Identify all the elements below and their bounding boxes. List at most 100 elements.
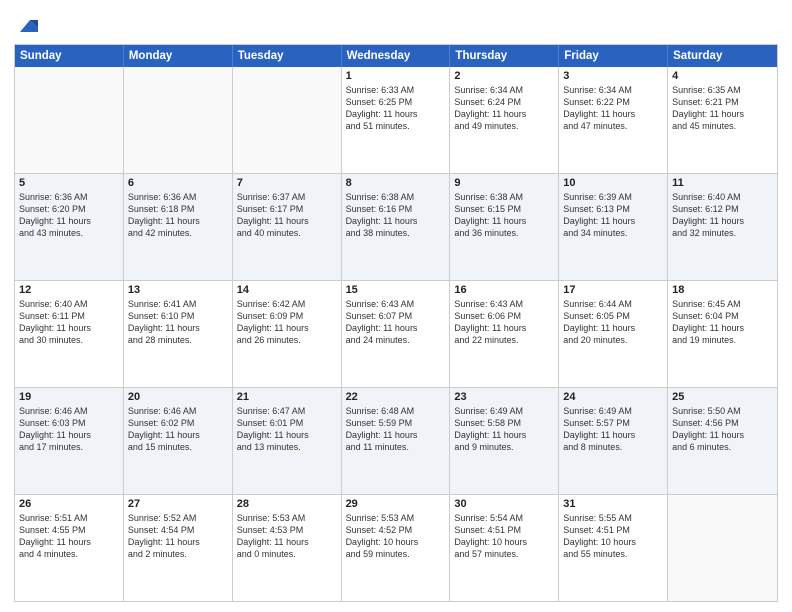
calendar-cell-7: 7Sunrise: 6:37 AM Sunset: 6:17 PM Daylig… bbox=[233, 174, 342, 280]
day-number: 2 bbox=[454, 70, 554, 82]
calendar-row: 5 Sunrise: 6:36 AM Sunset: 6:20 PM Daylig… bbox=[15, 173, 777, 280]
cell-content: Sunrise: 6:43 AM Sunset: 6:07 PM Dayligh… bbox=[346, 298, 446, 347]
page-header bbox=[14, 10, 778, 38]
day-number: 3 bbox=[563, 70, 663, 82]
calendar-cell-31: 31 Sunrise: 5:55 AM Sunset: 4:51 PM Dayli… bbox=[559, 495, 668, 601]
calendar-cell-20: 20 Sunrise: 6:46 AM Sunset: 6:02 PM Dayli… bbox=[124, 388, 233, 494]
calendar-cell-19: 19 Sunrise: 6:46 AM Sunset: 6:03 PM Dayli… bbox=[15, 388, 124, 494]
cell-content: Sunrise: 6:36 AM Sunset: 6:20 PM Dayligh… bbox=[19, 191, 119, 240]
calendar-cell-16: 16Sunrise: 6:43 AM Sunset: 6:06 PM Dayli… bbox=[450, 281, 559, 387]
calendar: SundayMondayTuesdayWednesdayThursdayFrid… bbox=[14, 44, 778, 602]
calendar-cell-2: 2 Sunrise: 6:34 AM Sunset: 6:24 PM Daylig… bbox=[450, 67, 559, 173]
calendar-cell-5: 5 Sunrise: 6:36 AM Sunset: 6:20 PM Daylig… bbox=[15, 174, 124, 280]
cell-content: Sunrise: 6:35 AM Sunset: 6:21 PM Dayligh… bbox=[672, 84, 773, 133]
cell-content: Sunrise: 6:46 AM Sunset: 6:03 PM Dayligh… bbox=[19, 405, 119, 454]
day-number: 24 bbox=[563, 391, 663, 403]
calendar-cell-4: 4 Sunrise: 6:35 AM Sunset: 6:21 PM Daylig… bbox=[668, 67, 777, 173]
cell-content: Sunrise: 5:50 AM Sunset: 4:56 PM Dayligh… bbox=[672, 405, 773, 454]
day-number: 6 bbox=[128, 177, 228, 189]
logo bbox=[14, 14, 40, 38]
cell-content: Sunrise: 5:53 AM Sunset: 4:52 PM Dayligh… bbox=[346, 512, 446, 561]
day-number: 4 bbox=[672, 70, 773, 82]
cell-content: Sunrise: 6:38 AM Sunset: 6:15 PM Dayligh… bbox=[454, 191, 554, 240]
cell-content: Sunrise: 5:52 AM Sunset: 4:54 PM Dayligh… bbox=[128, 512, 228, 561]
calendar-cell-empty bbox=[124, 67, 233, 173]
calendar-cell-29: 29 Sunrise: 5:53 AM Sunset: 4:52 PM Dayli… bbox=[342, 495, 451, 601]
header-day-saturday: Saturday bbox=[668, 45, 777, 67]
day-number: 31 bbox=[563, 498, 663, 510]
cell-content: Sunrise: 6:39 AM Sunset: 6:13 PM Dayligh… bbox=[563, 191, 663, 240]
calendar-cell-27: 27 Sunrise: 5:52 AM Sunset: 4:54 PM Dayli… bbox=[124, 495, 233, 601]
calendar-cell-22: 22 Sunrise: 6:48 AM Sunset: 5:59 PM Dayli… bbox=[342, 388, 451, 494]
cell-content: Sunrise: 5:54 AM Sunset: 4:51 PM Dayligh… bbox=[454, 512, 554, 561]
day-number: 13 bbox=[128, 284, 228, 296]
day-number: 30 bbox=[454, 498, 554, 510]
cell-content: Sunrise: 5:55 AM Sunset: 4:51 PM Dayligh… bbox=[563, 512, 663, 561]
day-number: 26 bbox=[19, 498, 119, 510]
cell-content: Sunrise: 6:38 AM Sunset: 6:16 PM Dayligh… bbox=[346, 191, 446, 240]
calendar-cell-11: 11 Sunrise: 6:40 AM Sunset: 6:12 PM Dayli… bbox=[668, 174, 777, 280]
day-number: 1 bbox=[346, 70, 446, 82]
logo-icon bbox=[16, 14, 40, 38]
cell-content: Sunrise: 6:48 AM Sunset: 5:59 PM Dayligh… bbox=[346, 405, 446, 454]
cell-content: Sunrise: 6:40 AM Sunset: 6:11 PM Dayligh… bbox=[19, 298, 119, 347]
cell-content: Sunrise: 6:34 AM Sunset: 6:22 PM Dayligh… bbox=[563, 84, 663, 133]
cell-content: Sunrise: 6:37 AM Sunset: 6:17 PM Dayligh… bbox=[237, 191, 337, 240]
calendar-cell-1: 1 Sunrise: 6:33 AM Sunset: 6:25 PM Daylig… bbox=[342, 67, 451, 173]
calendar-row: 1 Sunrise: 6:33 AM Sunset: 6:25 PM Daylig… bbox=[15, 67, 777, 173]
calendar-cell-8: 8 Sunrise: 6:38 AM Sunset: 6:16 PM Daylig… bbox=[342, 174, 451, 280]
cell-content: Sunrise: 6:49 AM Sunset: 5:57 PM Dayligh… bbox=[563, 405, 663, 454]
calendar-cell-30: 30 Sunrise: 5:54 AM Sunset: 4:51 PM Dayli… bbox=[450, 495, 559, 601]
cell-content: Sunrise: 6:49 AM Sunset: 5:58 PM Dayligh… bbox=[454, 405, 554, 454]
calendar-row: 19 Sunrise: 6:46 AM Sunset: 6:03 PM Dayli… bbox=[15, 387, 777, 494]
calendar-cell-6: 6Sunrise: 6:36 AM Sunset: 6:18 PM Daylig… bbox=[124, 174, 233, 280]
day-number: 5 bbox=[19, 177, 119, 189]
calendar-cell-10: 10 Sunrise: 6:39 AM Sunset: 6:13 PM Dayli… bbox=[559, 174, 668, 280]
calendar-cell-9: 9 Sunrise: 6:38 AM Sunset: 6:15 PM Daylig… bbox=[450, 174, 559, 280]
day-number: 18 bbox=[672, 284, 773, 296]
calendar-cell-17: 17 Sunrise: 6:44 AM Sunset: 6:05 PM Dayli… bbox=[559, 281, 668, 387]
day-number: 8 bbox=[346, 177, 446, 189]
day-number: 11 bbox=[672, 177, 773, 189]
calendar-cell-empty bbox=[233, 67, 342, 173]
calendar-cell-28: 28Sunrise: 5:53 AM Sunset: 4:53 PM Dayli… bbox=[233, 495, 342, 601]
header-day-friday: Friday bbox=[559, 45, 668, 67]
calendar-row: 12 Sunrise: 6:40 AM Sunset: 6:11 PM Dayli… bbox=[15, 280, 777, 387]
day-number: 20 bbox=[128, 391, 228, 403]
calendar-cell-24: 24 Sunrise: 6:49 AM Sunset: 5:57 PM Dayli… bbox=[559, 388, 668, 494]
header-day-wednesday: Wednesday bbox=[342, 45, 451, 67]
calendar-header: SundayMondayTuesdayWednesdayThursdayFrid… bbox=[15, 45, 777, 67]
calendar-cell-3: 3 Sunrise: 6:34 AM Sunset: 6:22 PM Daylig… bbox=[559, 67, 668, 173]
header-day-sunday: Sunday bbox=[15, 45, 124, 67]
calendar-cell-13: 13 Sunrise: 6:41 AM Sunset: 6:10 PM Dayli… bbox=[124, 281, 233, 387]
cell-content: Sunrise: 6:43 AM Sunset: 6:06 PM Dayligh… bbox=[454, 298, 554, 347]
cell-content: Sunrise: 5:51 AM Sunset: 4:55 PM Dayligh… bbox=[19, 512, 119, 561]
cell-content: Sunrise: 6:44 AM Sunset: 6:05 PM Dayligh… bbox=[563, 298, 663, 347]
day-number: 12 bbox=[19, 284, 119, 296]
calendar-cell-15: 15Sunrise: 6:43 AM Sunset: 6:07 PM Dayli… bbox=[342, 281, 451, 387]
day-number: 14 bbox=[237, 284, 337, 296]
day-number: 9 bbox=[454, 177, 554, 189]
day-number: 23 bbox=[454, 391, 554, 403]
cell-content: Sunrise: 6:33 AM Sunset: 6:25 PM Dayligh… bbox=[346, 84, 446, 133]
calendar-cell-empty bbox=[15, 67, 124, 173]
day-number: 29 bbox=[346, 498, 446, 510]
cell-content: Sunrise: 6:46 AM Sunset: 6:02 PM Dayligh… bbox=[128, 405, 228, 454]
calendar-row: 26 Sunrise: 5:51 AM Sunset: 4:55 PM Dayli… bbox=[15, 494, 777, 601]
day-number: 22 bbox=[346, 391, 446, 403]
day-number: 21 bbox=[237, 391, 337, 403]
day-number: 17 bbox=[563, 284, 663, 296]
header-day-thursday: Thursday bbox=[450, 45, 559, 67]
day-number: 27 bbox=[128, 498, 228, 510]
calendar-cell-23: 23 Sunrise: 6:49 AM Sunset: 5:58 PM Dayli… bbox=[450, 388, 559, 494]
cell-content: Sunrise: 5:53 AM Sunset: 4:53 PM Dayligh… bbox=[237, 512, 337, 561]
calendar-cell-empty bbox=[668, 495, 777, 601]
cell-content: Sunrise: 6:40 AM Sunset: 6:12 PM Dayligh… bbox=[672, 191, 773, 240]
day-number: 19 bbox=[19, 391, 119, 403]
cell-content: Sunrise: 6:41 AM Sunset: 6:10 PM Dayligh… bbox=[128, 298, 228, 347]
day-number: 10 bbox=[563, 177, 663, 189]
cell-content: Sunrise: 6:34 AM Sunset: 6:24 PM Dayligh… bbox=[454, 84, 554, 133]
day-number: 25 bbox=[672, 391, 773, 403]
calendar-cell-18: 18Sunrise: 6:45 AM Sunset: 6:04 PM Dayli… bbox=[668, 281, 777, 387]
cell-content: Sunrise: 6:42 AM Sunset: 6:09 PM Dayligh… bbox=[237, 298, 337, 347]
